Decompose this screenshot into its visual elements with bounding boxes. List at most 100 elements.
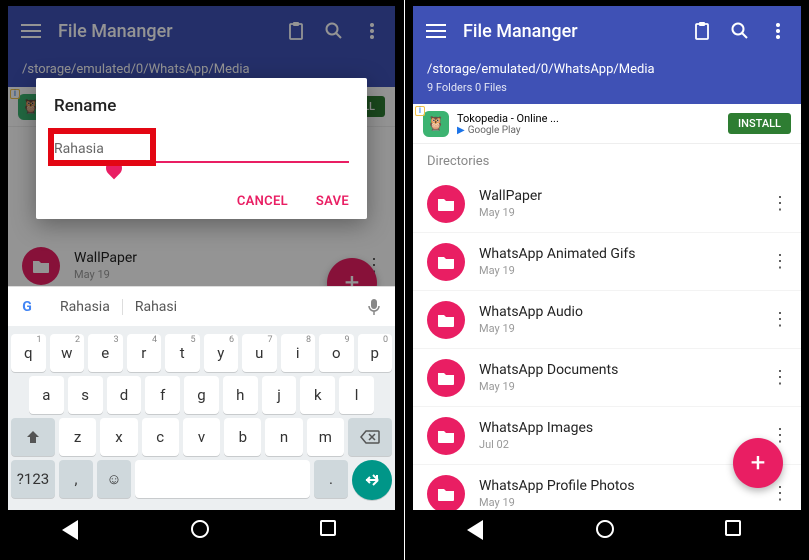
item-date: May 19 [479, 380, 767, 393]
phone-left: File Mananger /storage/emulated/0/WhatsA… [0, 0, 404, 560]
keyboard-suggestion-bar: G Rahasia Rahasi [8, 286, 395, 326]
nav-recents-icon[interactable] [320, 520, 342, 542]
path-text: /storage/emulated/0/WhatsApp/Media [427, 62, 787, 77]
android-navbar [413, 510, 801, 552]
screen-right: File Mananger /storage/emulated/0/WhatsA… [413, 6, 801, 552]
key-l[interactable]: l [339, 376, 374, 414]
appbar: File Mananger [413, 6, 801, 56]
item-name: WallPaper [479, 188, 767, 204]
dialog-title: Rename [54, 96, 349, 116]
folder-icon [427, 359, 465, 397]
item-name: WhatsApp Audio [479, 304, 767, 320]
nav-back-icon[interactable] [467, 520, 489, 542]
ad-banner[interactable]: i 🦉 Tokopedia - Online ... ▶Google Play … [413, 104, 801, 144]
search-icon[interactable] [729, 20, 751, 42]
item-overflow-icon[interactable]: ⋮ [767, 251, 793, 272]
item-date: May 19 [479, 322, 767, 335]
list-item[interactable]: WhatsApp Documents May 19⋮ [413, 349, 801, 407]
mic-icon[interactable] [367, 298, 387, 316]
key-g[interactable]: g [184, 376, 219, 414]
rename-dialog: Rename CANCEL SAVE [36, 78, 367, 219]
item-date: May 19 [479, 264, 767, 277]
suggestion-2[interactable]: Rahasi [123, 299, 367, 315]
key-f[interactable]: f [145, 376, 180, 414]
item-overflow-icon[interactable]: ⋮ [767, 193, 793, 214]
google-icon[interactable]: G [16, 296, 38, 318]
fab-add[interactable]: + [733, 438, 783, 488]
item-name: WhatsApp Documents [479, 362, 767, 378]
folder-icon [427, 185, 465, 223]
folder-icon [427, 475, 465, 511]
suggestion-1[interactable]: Rahasia [48, 299, 123, 315]
nav-home-icon[interactable] [191, 520, 213, 542]
save-button[interactable]: SAVE [316, 194, 349, 209]
folder-icon [427, 417, 465, 455]
item-date: May 19 [479, 496, 767, 509]
keyboard: q1w2e3r4t5y6u7i8o9p0 asdfghjkl zxcvbnm ?… [8, 326, 395, 510]
nav-home-icon[interactable] [596, 520, 618, 542]
list-item[interactable]: WhatsApp Animated Gifs May 19⋮ [413, 233, 801, 291]
key-n[interactable]: n [265, 418, 302, 456]
item-overflow-icon[interactable]: ⋮ [767, 309, 793, 330]
screen-left: File Mananger /storage/emulated/0/WhatsA… [8, 6, 395, 552]
key-u[interactable]: u7 [242, 334, 277, 372]
key-h[interactable]: h [223, 376, 258, 414]
key-b[interactable]: b [224, 418, 261, 456]
key-s[interactable]: s [68, 376, 103, 414]
key-j[interactable]: j [262, 376, 297, 414]
overflow-icon[interactable] [767, 20, 789, 42]
key-space[interactable] [135, 460, 310, 498]
install-button[interactable]: INSTALL [728, 113, 791, 134]
key-z[interactable]: z [59, 418, 96, 456]
key-v[interactable]: v [183, 418, 220, 456]
ad-app-icon: 🦉 [423, 111, 449, 137]
key-y[interactable]: y6 [204, 334, 239, 372]
ad-badge-icon: i [415, 106, 425, 116]
key-m[interactable]: m [307, 418, 344, 456]
key-c[interactable]: c [142, 418, 179, 456]
path-bar: /storage/emulated/0/WhatsApp/Media 9 Fol… [413, 56, 801, 104]
item-name: WhatsApp Animated Gifs [479, 246, 767, 262]
key-o[interactable]: o9 [319, 334, 354, 372]
list-item[interactable]: WhatsApp Audio May 19⋮ [413, 291, 801, 349]
item-name: WhatsApp Images [479, 420, 767, 436]
app-title: File Mananger [463, 21, 675, 42]
key-backspace[interactable] [348, 418, 392, 456]
menu-icon[interactable] [425, 20, 447, 42]
key-x[interactable]: x [100, 418, 137, 456]
section-label: Directories [413, 144, 801, 175]
nav-recents-icon[interactable] [725, 520, 747, 542]
path-summary: 9 Folders 0 Files [427, 81, 787, 94]
ad-store: Google Play [468, 125, 521, 136]
key-e[interactable]: e3 [88, 334, 123, 372]
key-symbols[interactable]: ?123 [11, 460, 55, 498]
key-emoji[interactable]: ☺ [97, 460, 131, 498]
key-a[interactable]: a [29, 376, 64, 414]
key-q[interactable]: q1 [11, 334, 46, 372]
key-i[interactable]: i8 [281, 334, 316, 372]
key-t[interactable]: t5 [165, 334, 200, 372]
annotation-highlight [48, 128, 156, 166]
clipboard-icon[interactable] [691, 20, 713, 42]
key-d[interactable]: d [107, 376, 142, 414]
key-period[interactable]: . [314, 460, 348, 498]
key-r[interactable]: r4 [127, 334, 162, 372]
nav-back-icon[interactable] [62, 520, 84, 542]
item-name: WhatsApp Profile Photos [479, 478, 767, 494]
key-w[interactable]: w2 [50, 334, 85, 372]
key-enter[interactable] [352, 460, 392, 500]
key-k[interactable]: k [300, 376, 335, 414]
item-overflow-icon[interactable]: ⋮ [767, 483, 793, 504]
ad-title: Tokopedia - Online ... [457, 112, 720, 125]
key-p[interactable]: p0 [358, 334, 393, 372]
ad-text: Tokopedia - Online ... ▶Google Play [457, 112, 720, 136]
folder-icon [427, 243, 465, 281]
key-shift[interactable] [11, 418, 55, 456]
item-date: May 19 [479, 206, 767, 219]
cancel-button[interactable]: CANCEL [237, 194, 288, 209]
phone-right: File Mananger /storage/emulated/0/WhatsA… [405, 0, 809, 560]
item-date: Jul 02 [479, 438, 767, 451]
list-item[interactable]: WallPaper May 19⋮ [413, 175, 801, 233]
item-overflow-icon[interactable]: ⋮ [767, 367, 793, 388]
key-comma[interactable]: , [59, 460, 93, 498]
